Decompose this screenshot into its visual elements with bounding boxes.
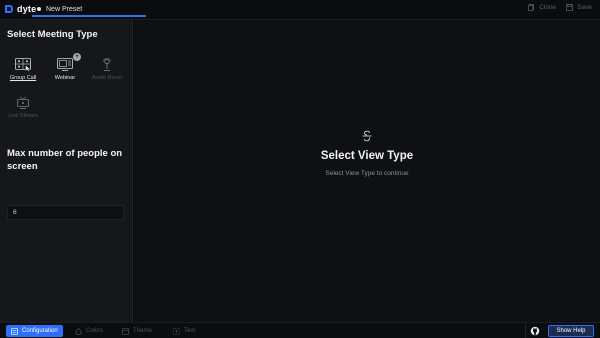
webinar-icon: + xyxy=(57,53,81,72)
sidebar: Select Meeting Type Group Call + Webinar… xyxy=(0,20,133,322)
text-icon xyxy=(173,327,180,335)
meeting-type-label: Webinar xyxy=(54,75,76,81)
tab-theme[interactable]: Theme xyxy=(117,325,157,337)
clone-label: Clone xyxy=(539,4,557,11)
webinar-badge: + xyxy=(73,53,81,61)
view-type-title: Select View Type xyxy=(320,150,414,162)
save-icon xyxy=(566,4,574,11)
unsaved-dot-icon xyxy=(37,7,41,11)
show-help-button[interactable]: Show Help xyxy=(548,325,594,337)
tab-colors[interactable]: Colors xyxy=(70,325,108,337)
view-type-subtitle: Select View Type to continue xyxy=(325,170,409,177)
meeting-type-heading: Select Meeting Type xyxy=(7,29,98,40)
view-type-placeholder: Select View Type Select View Type to con… xyxy=(134,130,600,177)
tab-label: Colors xyxy=(86,328,104,334)
meeting-type-label: Audio Room xyxy=(91,75,123,81)
audio-room-icon xyxy=(99,58,115,72)
theme-icon xyxy=(122,327,129,335)
max-people-heading: Max number of people on screen xyxy=(7,148,123,172)
cursor-icon xyxy=(25,65,31,72)
max-people-input[interactable]: 6 xyxy=(7,205,124,220)
meeting-type-live-stream: Live Stream xyxy=(5,96,41,119)
tab-label: New Preset xyxy=(46,5,83,13)
tab-text[interactable]: Text xyxy=(168,325,200,337)
save-label: Save xyxy=(577,4,592,11)
tab-label: Theme xyxy=(133,328,152,334)
clone-icon xyxy=(528,4,535,11)
tab-label: Configuration xyxy=(22,328,58,334)
top-bar: dyte New Preset Clone Save xyxy=(0,0,600,20)
save-button[interactable]: Save xyxy=(566,4,592,11)
tab-underline xyxy=(32,15,146,17)
bottom-bar: Configuration Colors Theme Text Show Hel… xyxy=(0,322,600,338)
dyte-logo-icon xyxy=(5,5,13,13)
bottom-divider xyxy=(525,323,526,338)
colors-icon xyxy=(75,327,82,335)
configuration-icon xyxy=(11,327,18,335)
tab-configuration[interactable]: Configuration xyxy=(6,325,63,337)
meeting-type-webinar[interactable]: + Webinar xyxy=(47,53,83,81)
tab-label: Text xyxy=(184,328,196,334)
live-stream-icon xyxy=(15,96,31,110)
github-icon[interactable] xyxy=(530,326,540,336)
strikethrough-icon xyxy=(362,130,372,142)
meeting-type-label: Live Stream xyxy=(8,113,38,119)
meeting-type-audio-room: Audio Room xyxy=(89,58,125,81)
group-call-icon xyxy=(15,58,31,72)
top-actions: Clone Save xyxy=(528,4,592,11)
meeting-type-label: Group Call xyxy=(9,75,37,81)
meeting-type-group-call[interactable]: Group Call xyxy=(5,58,41,81)
clone-button[interactable]: Clone xyxy=(528,4,556,11)
main-panel: Select View Type Select View Type to con… xyxy=(134,20,600,322)
